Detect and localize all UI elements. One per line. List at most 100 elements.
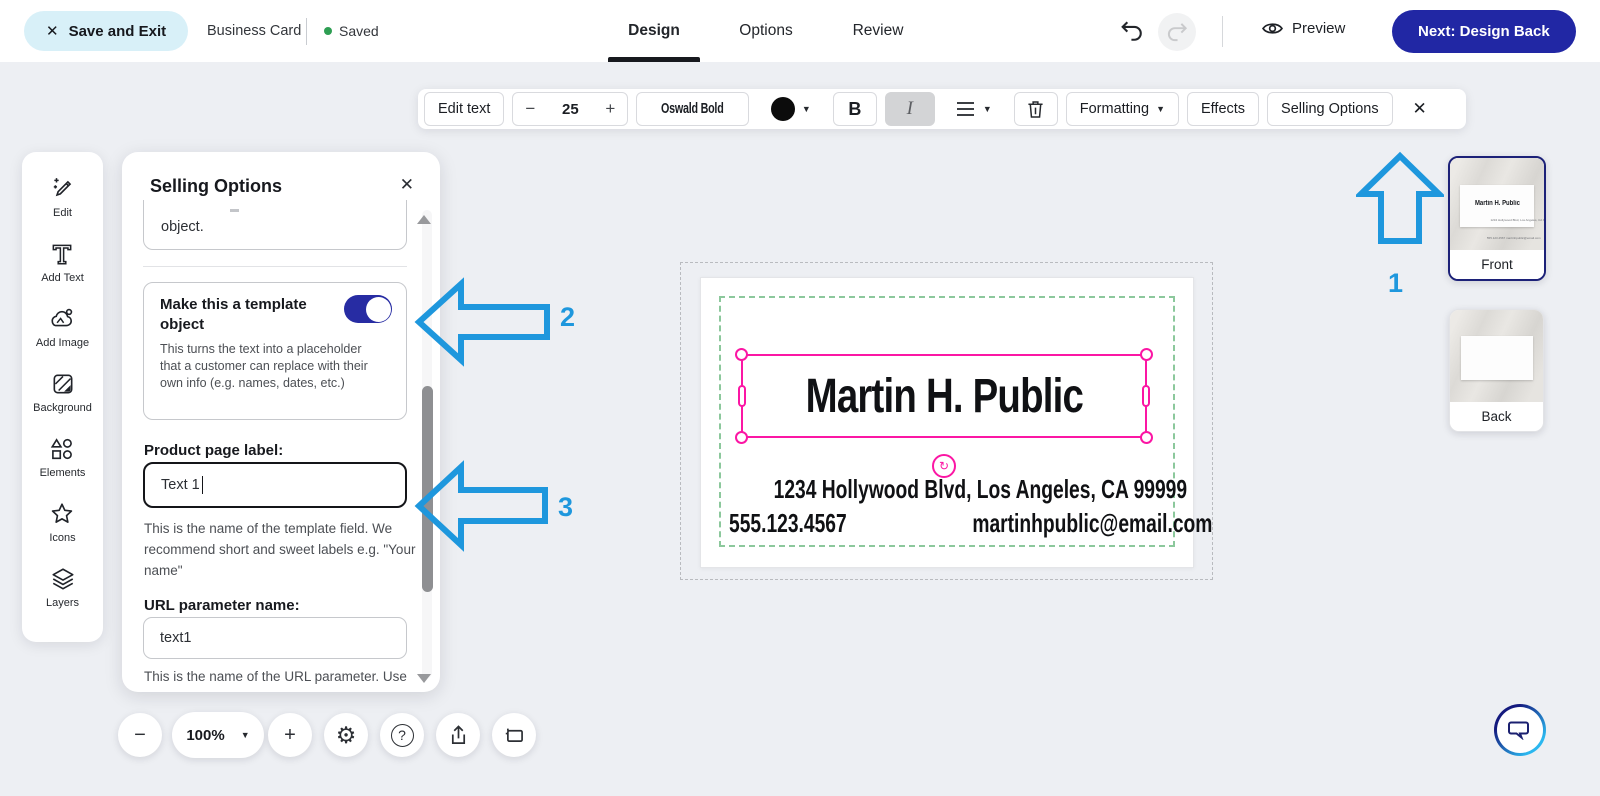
text-toolbar: Edit text − 25 + Oswald Bold ▼ B I ▼ For… [418, 89, 1466, 129]
divider [306, 18, 307, 45]
selling-options-button[interactable]: Selling Options [1267, 92, 1393, 126]
template-toggle-description: This turns the text into a placeholder t… [160, 341, 368, 391]
card-address-text[interactable]: 1234 Hollywood Blvd, Los Angeles, CA 999… [774, 474, 1187, 505]
italic-button[interactable]: I [885, 92, 935, 126]
tab-review[interactable]: Review [838, 0, 918, 62]
undo-button[interactable] [1118, 17, 1148, 47]
template-toggle-label: Make this a template object [160, 295, 328, 334]
scrollbar-down-arrow[interactable] [417, 674, 431, 683]
panel-close-button[interactable]: ✕ [400, 175, 414, 195]
sidebar-item-edit[interactable]: Edit [50, 176, 76, 219]
save-and-exit-label: Save and Exit [69, 23, 167, 40]
card-phone-text[interactable]: 555.123.4567 [729, 508, 847, 539]
product-page-label-input[interactable]: Text 1 [143, 462, 407, 508]
sidebar-item-background[interactable]: Background [33, 371, 92, 414]
share-icon [449, 725, 468, 746]
clipped-scrolled-field: object. [143, 200, 407, 250]
redo-button[interactable] [1158, 13, 1196, 51]
tab-options[interactable]: Options [726, 0, 806, 62]
undo-icon [1118, 17, 1146, 45]
scrollbar-up-arrow[interactable] [417, 215, 431, 224]
template-object-card: Make this a template object This turns t… [143, 282, 407, 420]
color-swatch-icon [771, 97, 795, 121]
settings-button[interactable]: ⚙ [324, 713, 368, 757]
mini-card-front: Martin H. Public 1234 Hollywood Blvd, Lo… [1460, 185, 1534, 227]
mini-card-address: 1234 Hollywood Blvd, Los Angeles, CA 999… [1490, 219, 1546, 222]
save-and-exit-button[interactable]: ✕ Save and Exit [24, 11, 188, 51]
rotate-icon: ↻ [939, 459, 949, 473]
panel-title: Selling Options [150, 176, 282, 197]
product-type-label: Business Card [207, 23, 301, 39]
increase-font-size-button[interactable]: + [593, 99, 627, 119]
selected-text-object[interactable]: Martin H. Public [741, 354, 1147, 438]
chevron-down-icon: ▼ [241, 730, 250, 740]
sidebar-item-add-text[interactable]: Add Text [41, 241, 84, 284]
resize-handle-bottom-left[interactable] [735, 431, 748, 444]
business-card-canvas[interactable]: Martin H. Public ↻ 1234 Hollywood Blvd, … [700, 277, 1194, 568]
zoom-in-button[interactable]: + [268, 713, 312, 757]
sidebar-item-elements[interactable]: Elements [40, 436, 86, 479]
sidebar-item-label: Layers [46, 597, 79, 609]
sidebar-item-label: Add Text [41, 272, 84, 284]
trash-icon [1027, 100, 1044, 119]
thumbnail-front-label: Front [1450, 250, 1544, 279]
product-label-helper-text: This is the name of the template field. … [144, 519, 428, 582]
resize-handle-middle-left[interactable] [738, 385, 746, 407]
font-family-button[interactable]: Oswald Bold [636, 92, 749, 126]
sidebar-item-icons[interactable]: Icons [49, 501, 75, 544]
sidebar-item-layers[interactable]: Layers [46, 566, 79, 609]
canvas-frame-button[interactable] [492, 713, 536, 757]
design-editor: ✕ Save and Exit Business Card Saved Desi… [0, 0, 1600, 796]
shapes-icon [49, 436, 75, 462]
chat-button[interactable] [1494, 704, 1546, 756]
panel-scroll-area: object. Make this a template object This… [122, 200, 440, 692]
thumbnail-front-preview: Martin H. Public 1234 Hollywood Blvd, Lo… [1450, 158, 1544, 254]
toolbar-close-button[interactable]: ✕ [1401, 92, 1439, 126]
divider [143, 266, 407, 267]
alignment-button[interactable]: ▼ [943, 92, 1006, 126]
tab-design[interactable]: Design [608, 0, 700, 62]
card-name-text: Martin H. Public [805, 369, 1082, 424]
bold-button[interactable]: B [833, 92, 877, 126]
template-toggle[interactable] [344, 295, 392, 323]
sidebar-item-label: Edit [53, 207, 72, 219]
mini-card-name: Martin H. Public [1475, 200, 1520, 207]
share-button[interactable] [436, 713, 480, 757]
resize-handle-bottom-right[interactable] [1140, 431, 1153, 444]
font-size-value: 25 [562, 101, 579, 118]
sidebar-item-add-image[interactable]: Add Image [36, 306, 89, 349]
chevron-down-icon: ▼ [1156, 104, 1165, 114]
decrease-font-size-button[interactable]: − [513, 99, 547, 119]
zoom-level-dropdown[interactable]: 100% ▼ [172, 712, 264, 758]
toggle-knob [366, 297, 391, 322]
annotation-number-1: 1 [1388, 268, 1403, 299]
next-design-back-button[interactable]: Next: Design Back [1392, 10, 1576, 53]
formatting-button[interactable]: Formatting ▼ [1066, 92, 1179, 126]
url-parameter-helper-text: This is the name of the URL parameter. U… [144, 667, 428, 692]
resize-handle-top-left[interactable] [735, 348, 748, 361]
card-email-text[interactable]: martinhpublic@email.com [972, 508, 1212, 539]
edit-text-button[interactable]: Edit text [424, 92, 504, 126]
help-button[interactable]: ? [380, 713, 424, 757]
delete-button[interactable] [1014, 92, 1058, 126]
chat-bubble-icon [1508, 720, 1532, 740]
help-icon: ? [391, 724, 414, 747]
preview-label: Preview [1292, 20, 1345, 37]
effects-button[interactable]: Effects [1187, 92, 1259, 126]
saved-dot-icon [324, 27, 332, 35]
thumbnail-back[interactable]: Back [1449, 309, 1544, 432]
resize-handle-top-right[interactable] [1140, 348, 1153, 361]
annotation-number-2: 2 [560, 302, 575, 333]
zoom-out-button[interactable]: − [118, 713, 162, 757]
text-color-button[interactable]: ▼ [757, 92, 825, 126]
preview-button[interactable]: Preview [1262, 20, 1345, 37]
product-page-label: Product page label: [144, 442, 283, 459]
url-parameter-input[interactable]: text1 [143, 617, 407, 659]
frame-icon [504, 726, 525, 744]
resize-handle-middle-right[interactable] [1142, 385, 1150, 407]
scrollbar-thumb[interactable] [422, 386, 433, 592]
background-icon [50, 371, 76, 397]
thumbnail-front[interactable]: Martin H. Public 1234 Hollywood Blvd, Lo… [1448, 156, 1546, 281]
chevron-down-icon: ▼ [983, 104, 992, 114]
sidebar-item-label: Icons [49, 532, 75, 544]
